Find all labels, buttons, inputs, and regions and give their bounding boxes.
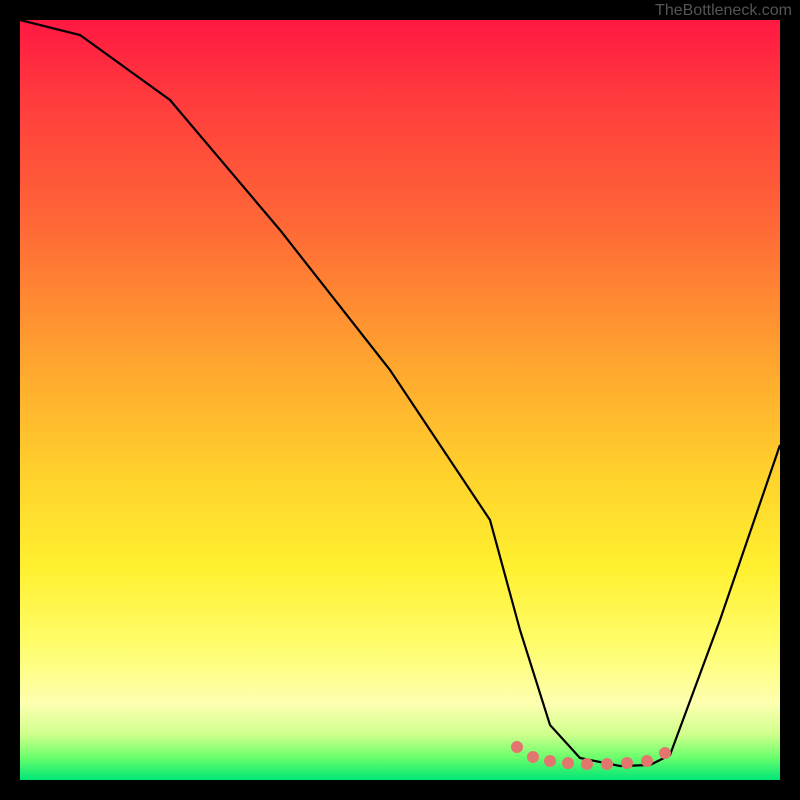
gradient-plot-area (20, 20, 780, 780)
watermark-text: TheBottleneck.com (655, 2, 792, 20)
chart-stage: TheBottleneck.com (0, 0, 800, 800)
